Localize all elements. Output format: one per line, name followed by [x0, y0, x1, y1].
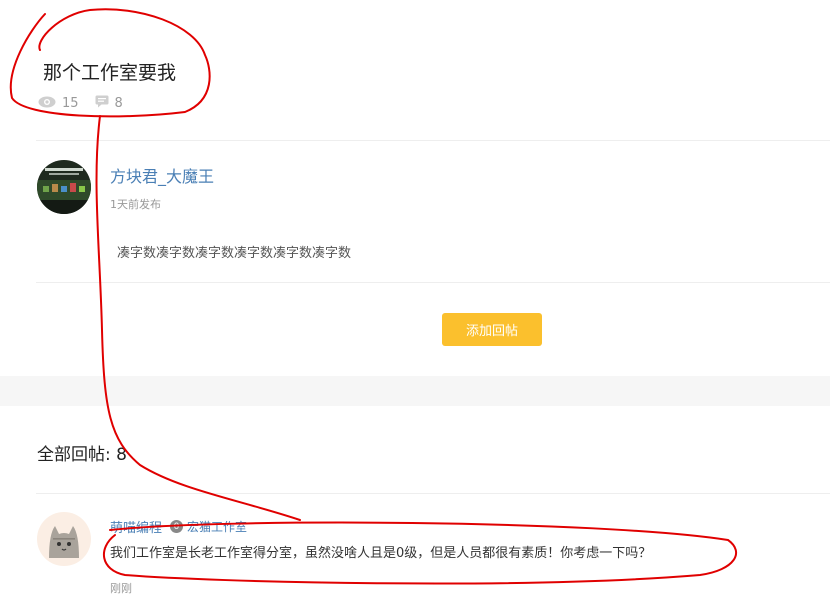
- replies-heading: 全部回帖: 8: [37, 445, 127, 465]
- reply-avatar[interactable]: [37, 512, 91, 566]
- add-reply-button[interactable]: 添加回帖: [442, 313, 542, 346]
- comments-count: 8: [114, 96, 123, 111]
- reply-text: 我们工作室是长老工作室得分室，虽然没啥人且是0级，但是人员都很有素质！你考虑一下…: [110, 546, 652, 561]
- divider: [36, 493, 830, 494]
- author-name[interactable]: 方块君_大魔王: [110, 163, 214, 187]
- author-avatar[interactable]: [37, 160, 91, 214]
- reply-author-row: 萌喵编程 0 宏猫工作室: [110, 517, 247, 536]
- views-stat: 15: [38, 96, 79, 112]
- page-title: 那个工作室要我: [43, 62, 177, 84]
- studio-level-badge: 0: [170, 520, 184, 533]
- comment-icon: [95, 95, 109, 112]
- post-body: 凑字数凑字数凑字数凑字数凑字数凑字数: [117, 246, 352, 261]
- reply-time: 刚刚: [110, 582, 132, 595]
- post-time: 1天前发布: [110, 198, 161, 211]
- eye-icon: [38, 96, 56, 112]
- reply-author-name[interactable]: 萌喵编程: [110, 517, 162, 536]
- divider: [36, 140, 830, 141]
- comments-stat: 8: [95, 95, 123, 112]
- views-count: 15: [62, 96, 79, 111]
- post-stats: 15 8: [38, 95, 139, 112]
- studio-name: 宏猫工作室: [187, 520, 248, 534]
- studio-tag[interactable]: 0 宏猫工作室: [170, 518, 247, 535]
- section-separator: [0, 376, 830, 406]
- red-annotation-marks: [9, 8, 738, 585]
- divider: [36, 282, 830, 283]
